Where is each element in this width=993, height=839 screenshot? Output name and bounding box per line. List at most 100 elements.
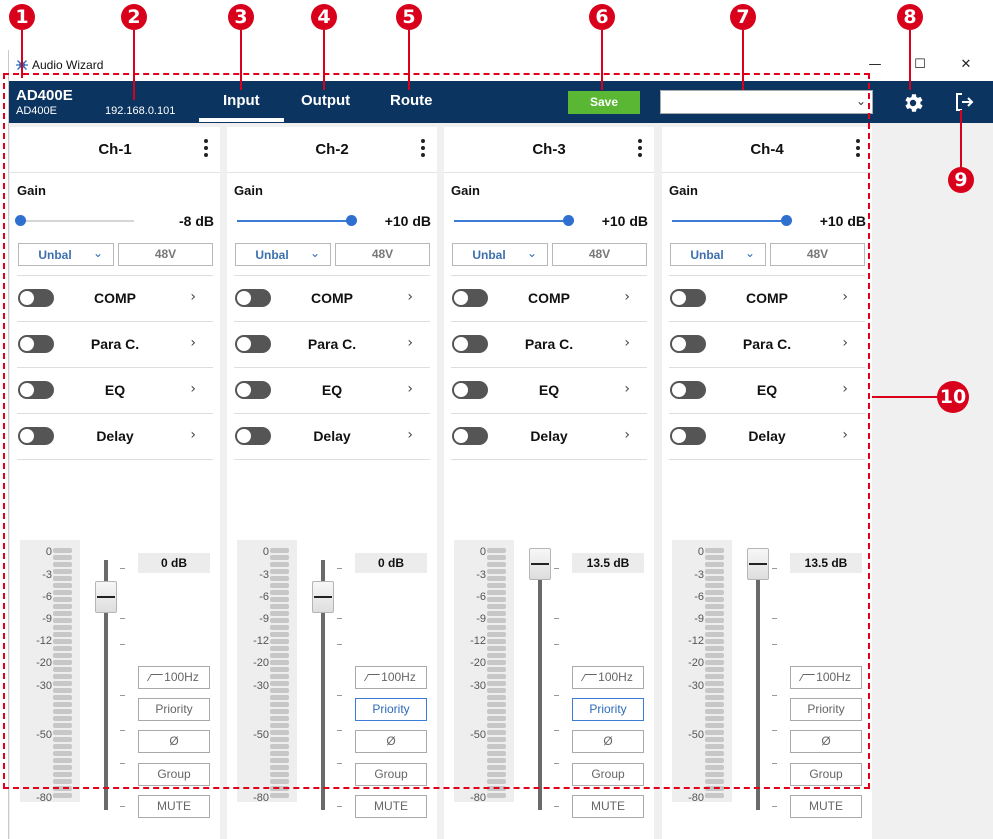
effect-row-delay[interactable]: Delay › xyxy=(444,415,654,460)
effect-toggle-switch[interactable] xyxy=(235,427,271,445)
chevron-right-icon[interactable]: › xyxy=(624,381,630,397)
chevron-right-icon[interactable]: › xyxy=(190,335,196,351)
effect-toggle-switch[interactable] xyxy=(670,427,706,445)
effect-row-delay[interactable]: Delay › xyxy=(10,415,220,460)
tab-output[interactable]: Output xyxy=(301,92,350,109)
phantom-power-button[interactable]: 48V xyxy=(335,243,430,266)
high-pass-filter-button[interactable]: 100Hz xyxy=(138,666,210,689)
effect-row-delay[interactable]: Delay › xyxy=(662,415,872,460)
channel-fader[interactable] xyxy=(756,560,760,810)
more-options-icon[interactable] xyxy=(419,137,427,161)
effect-toggle-switch[interactable] xyxy=(235,335,271,353)
group-button[interactable]: Group xyxy=(790,763,862,786)
effect-row-eq[interactable]: EQ › xyxy=(10,369,220,414)
phantom-power-button[interactable]: 48V xyxy=(118,243,213,266)
effect-toggle-switch[interactable] xyxy=(18,335,54,353)
chevron-right-icon[interactable]: › xyxy=(624,289,630,305)
channel-fader-handle[interactable] xyxy=(747,548,769,580)
phase-invert-button[interactable]: Ø xyxy=(355,730,427,753)
effect-toggle-switch[interactable] xyxy=(452,335,488,353)
input-mode-select[interactable]: Unbal ⌄ xyxy=(670,243,766,266)
priority-button[interactable]: Priority xyxy=(355,698,427,721)
effect-toggle-switch[interactable] xyxy=(18,427,54,445)
effect-toggle-switch[interactable] xyxy=(670,289,706,307)
priority-button[interactable]: Priority xyxy=(572,698,644,721)
gain-slider[interactable] xyxy=(237,215,357,226)
chevron-right-icon[interactable]: › xyxy=(624,427,630,443)
phase-invert-button[interactable]: Ø xyxy=(572,730,644,753)
tab-input[interactable]: Input xyxy=(223,92,260,109)
effect-row-comp[interactable]: COMP › xyxy=(227,277,437,322)
gain-slider-thumb[interactable] xyxy=(563,215,574,226)
effect-toggle-switch[interactable] xyxy=(452,289,488,307)
channel-fader-handle[interactable] xyxy=(529,548,551,580)
more-options-icon[interactable] xyxy=(636,137,644,161)
effect-row-para-c[interactable]: Para C. › xyxy=(662,323,872,368)
phantom-power-button[interactable]: 48V xyxy=(552,243,647,266)
effect-row-para-c[interactable]: Para C. › xyxy=(10,323,220,368)
effect-toggle-switch[interactable] xyxy=(18,381,54,399)
effect-row-para-c[interactable]: Para C. › xyxy=(227,323,437,368)
effect-toggle-switch[interactable] xyxy=(452,427,488,445)
chevron-right-icon[interactable]: › xyxy=(624,335,630,351)
effect-row-comp[interactable]: COMP › xyxy=(10,277,220,322)
channel-fader-handle[interactable] xyxy=(95,580,117,613)
chevron-right-icon[interactable]: › xyxy=(842,289,848,305)
group-button[interactable]: Group xyxy=(572,763,644,786)
effect-row-eq[interactable]: EQ › xyxy=(662,369,872,414)
chevron-right-icon[interactable]: › xyxy=(842,335,848,351)
maximize-button[interactable]: ☐ xyxy=(910,56,930,74)
close-button[interactable]: ✕ xyxy=(956,56,976,74)
effect-toggle-switch[interactable] xyxy=(18,289,54,307)
device-select-dropdown[interactable]: ⌄ xyxy=(660,90,873,114)
chevron-right-icon[interactable]: › xyxy=(407,335,413,351)
phase-invert-button[interactable]: Ø xyxy=(138,730,210,753)
minimize-button[interactable]: — xyxy=(865,56,885,74)
gain-slider-thumb[interactable] xyxy=(781,215,792,226)
input-mode-select[interactable]: Unbal ⌄ xyxy=(452,243,548,266)
input-mode-select[interactable]: Unbal ⌄ xyxy=(18,243,114,266)
high-pass-filter-button[interactable]: 100Hz xyxy=(790,666,862,689)
effect-row-eq[interactable]: EQ › xyxy=(227,369,437,414)
chevron-right-icon[interactable]: › xyxy=(190,427,196,443)
chevron-right-icon[interactable]: › xyxy=(407,381,413,397)
chevron-right-icon[interactable]: › xyxy=(407,427,413,443)
phase-invert-button[interactable]: Ø xyxy=(790,730,862,753)
mute-button[interactable]: MUTE xyxy=(355,795,427,818)
gain-slider[interactable] xyxy=(672,215,792,226)
more-options-icon[interactable] xyxy=(854,137,862,161)
gain-slider[interactable] xyxy=(15,215,134,226)
logout-icon[interactable] xyxy=(953,91,975,113)
effect-toggle-switch[interactable] xyxy=(235,381,271,399)
gain-slider-thumb[interactable] xyxy=(346,215,357,226)
gain-slider-thumb[interactable] xyxy=(15,215,26,226)
effect-toggle-switch[interactable] xyxy=(452,381,488,399)
priority-button[interactable]: Priority xyxy=(790,698,862,721)
high-pass-filter-button[interactable]: 100Hz xyxy=(355,666,427,689)
chevron-right-icon[interactable]: › xyxy=(842,381,848,397)
channel-fader-handle[interactable] xyxy=(312,580,334,613)
effect-toggle-switch[interactable] xyxy=(670,335,706,353)
gain-slider[interactable] xyxy=(454,215,574,226)
tab-route[interactable]: Route xyxy=(390,92,433,109)
priority-button[interactable]: Priority xyxy=(138,698,210,721)
effect-row-delay[interactable]: Delay › xyxy=(227,415,437,460)
group-button[interactable]: Group xyxy=(138,763,210,786)
mute-button[interactable]: MUTE xyxy=(790,795,862,818)
effect-row-eq[interactable]: EQ › xyxy=(444,369,654,414)
effect-toggle-switch[interactable] xyxy=(235,289,271,307)
save-button[interactable]: Save xyxy=(568,91,640,114)
high-pass-filter-button[interactable]: 100Hz xyxy=(572,666,644,689)
effect-toggle-switch[interactable] xyxy=(670,381,706,399)
settings-gear-icon[interactable] xyxy=(901,91,925,115)
mute-button[interactable]: MUTE xyxy=(138,795,210,818)
effect-row-comp[interactable]: COMP › xyxy=(662,277,872,322)
input-mode-select[interactable]: Unbal ⌄ xyxy=(235,243,331,266)
chevron-right-icon[interactable]: › xyxy=(190,289,196,305)
channel-fader[interactable] xyxy=(538,560,542,810)
phantom-power-button[interactable]: 48V xyxy=(770,243,865,266)
more-options-icon[interactable] xyxy=(202,137,210,161)
chevron-right-icon[interactable]: › xyxy=(190,381,196,397)
effect-row-para-c[interactable]: Para C. › xyxy=(444,323,654,368)
chevron-right-icon[interactable]: › xyxy=(842,427,848,443)
